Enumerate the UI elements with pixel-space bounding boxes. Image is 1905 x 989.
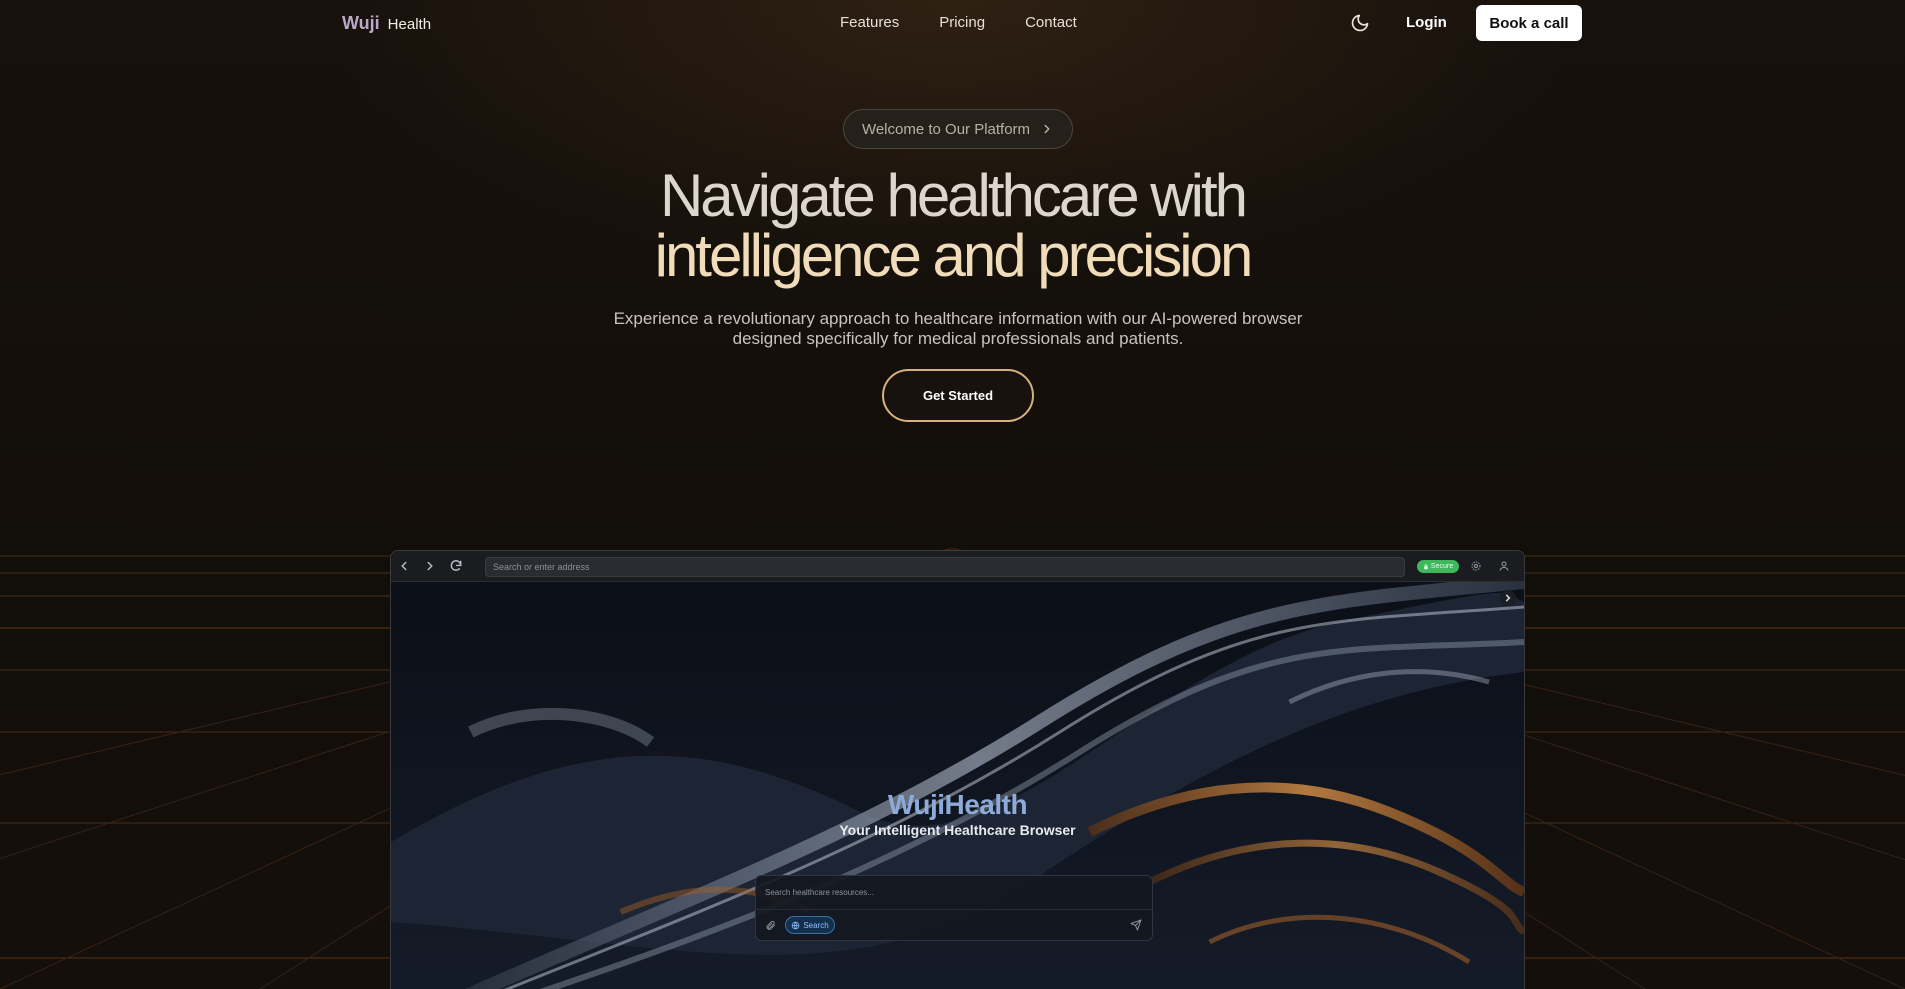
- welcome-badge[interactable]: Welcome to Our Platform: [843, 109, 1073, 149]
- hero-subtitle: Experience a revolutionary approach to h…: [560, 309, 1356, 349]
- get-started-button[interactable]: Get Started: [882, 369, 1034, 422]
- browser-brand-title: WujiHealth: [887, 789, 1028, 820]
- logo-subtext: Health: [387, 16, 432, 33]
- back-icon[interactable]: [397, 559, 411, 573]
- browser-tagline: Your Intelligent Healthcare Browser: [839, 822, 1076, 838]
- moon-icon[interactable]: [1350, 13, 1370, 33]
- chevron-right-icon: [1044, 124, 1050, 134]
- browser-toolbar: Secure: [391, 551, 1524, 582]
- lock-icon: [1424, 563, 1428, 569]
- top-navigation: Wuji Health Features Pricing Contact Log…: [0, 0, 1905, 46]
- settings-gear-icon[interactable]: [1470, 560, 1482, 572]
- logo-wordmark: Wuji: [342, 13, 380, 33]
- browser-viewport: WujiHealth Your Intelligent Healthcare B…: [391, 582, 1524, 989]
- forward-icon[interactable]: [423, 559, 437, 573]
- healthcare-search-input[interactable]: [756, 876, 1152, 910]
- login-link[interactable]: Login: [1406, 14, 1447, 31]
- book-call-button[interactable]: Book a call: [1476, 5, 1582, 41]
- logo[interactable]: Wuji Health: [342, 13, 431, 34]
- secure-badge-label: Secure: [1430, 563, 1454, 570]
- search-mode-toggle[interactable]: Search: [785, 916, 835, 934]
- headline-line-1: Navigate healthcare with: [659, 162, 1248, 229]
- healthcare-search-box: Search: [755, 875, 1153, 941]
- subtitle-line-2: designed specifically for medical profes…: [732, 329, 1184, 348]
- secure-badge: Secure: [1417, 560, 1459, 573]
- subtitle-line-1: Experience a revolutionary approach to h…: [613, 309, 1303, 328]
- nav-link-pricing[interactable]: Pricing: [939, 14, 985, 31]
- user-icon[interactable]: [1498, 560, 1510, 572]
- nav-link-contact[interactable]: Contact: [1025, 14, 1077, 31]
- paperclip-icon[interactable]: [765, 920, 776, 931]
- browser-preview: Secure: [390, 550, 1525, 989]
- refresh-icon[interactable]: [449, 559, 463, 573]
- sidebar-toggle[interactable]: [1500, 590, 1516, 606]
- search-chip-label: Search: [803, 920, 829, 930]
- headline-line-2: intelligence and precision: [654, 222, 1254, 289]
- hero-headline: Navigate healthcare with intelligence an…: [0, 166, 1905, 286]
- chevron-right-icon: [1505, 594, 1511, 602]
- globe-icon: [792, 921, 800, 929]
- nav-link-features[interactable]: Features: [840, 14, 899, 31]
- address-bar[interactable]: [485, 557, 1405, 577]
- welcome-badge-label: Welcome to Our Platform: [861, 120, 1031, 138]
- nav-links: Features Pricing Contact: [840, 14, 1077, 31]
- send-icon[interactable]: [1130, 919, 1142, 931]
